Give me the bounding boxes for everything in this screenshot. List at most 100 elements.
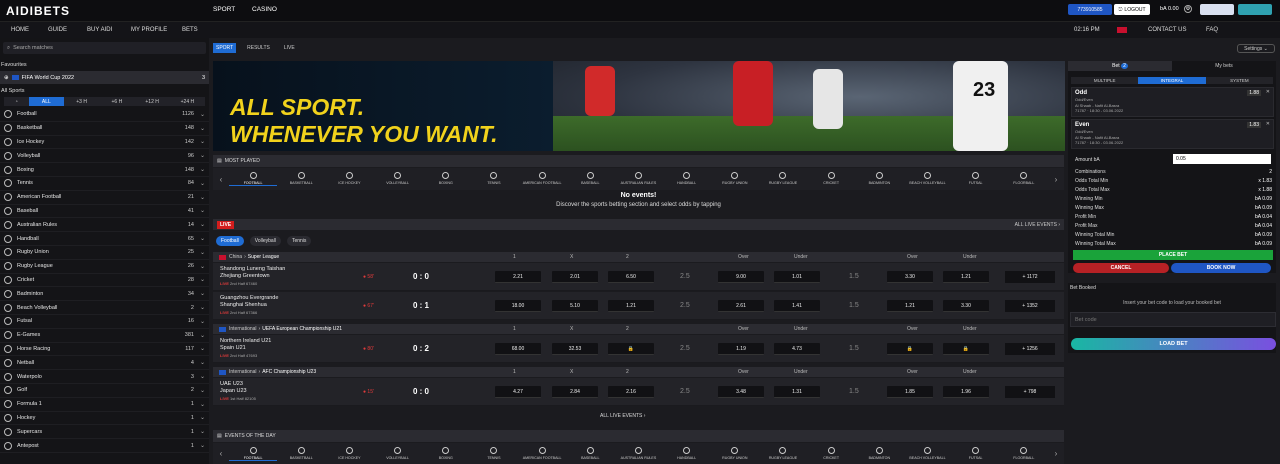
sport-tab-futsal[interactable]: FUTSAL [952,172,1000,186]
chevron-down-icon[interactable]: ⌄ [200,414,205,421]
nav-contact-us[interactable]: CONTACT US [1148,27,1186,33]
sport-tab-handball[interactable]: HANDBALL [663,172,711,186]
sport-tab-cricket[interactable]: CRICKET [807,446,855,461]
sport-item-volleyball[interactable]: Volleyball 96 ⌄ [0,149,209,164]
sport-item-formula-1[interactable]: Formula 1 1 ⌄ [0,398,209,412]
chevron-down-icon[interactable]: ⌄ [200,138,205,145]
sport-tab-floorball[interactable]: FLOORBALL [1000,172,1048,186]
sport-item-rugby-league[interactable]: Rugby League 26 ⌄ [0,260,209,274]
sport-tab-beach-volleyball[interactable]: BEACH VOLLEYBALL [903,446,951,461]
sport-item-american-football[interactable]: American Football 21 ⌄ [0,191,209,205]
sport-item-baseball[interactable]: Baseball 41 ⌄ [0,205,209,219]
sport-tab-football[interactable]: FOOTBALL [229,172,278,186]
nav-my-profile[interactable]: MY PROFILE [131,27,167,33]
sport-item-handball[interactable]: Handball 65 ⌄ [0,232,209,246]
chevron-down-icon[interactable]: ⌄ [200,235,205,242]
settings-gear-icon[interactable]: ⚙ [1184,5,1192,13]
sport-item-boxing[interactable]: Boxing 148 ⌄ [0,163,209,177]
chevron-down-icon[interactable]: ⌄ [200,387,205,394]
odds-button[interactable]: 🔒 [608,343,654,355]
odds-button[interactable]: 1.31 [774,386,820,398]
tab-my-bets[interactable]: My bets [1172,61,1276,71]
live-tab-football[interactable]: Football [216,236,244,246]
odds-button[interactable]: 🔒 [887,343,933,355]
scroll-left-icon[interactable]: ‹ [213,175,229,184]
sport-tab-australian-rules[interactable]: AUSTRALIAN RULES [614,172,662,186]
odds-button[interactable]: 1.01 [774,271,820,283]
chevron-down-icon[interactable]: ⌄ [200,373,205,380]
chevron-down-icon[interactable]: ⌄ [200,207,205,214]
sport-item-netball[interactable]: Netball 4 ⌄ [0,356,209,371]
sport-item-antepost[interactable]: Antepost 1 ⌄ [0,439,209,453]
mode-multiple[interactable]: MULTIPLE [1071,77,1139,84]
odds-button[interactable]: 2.84 [552,386,598,398]
account-id[interactable]: 773910585 [1068,4,1112,15]
sport-tab-rugby-union[interactable]: RUGBY UNION [711,172,759,186]
scroll-left-icon[interactable]: ‹ [213,449,229,458]
odds-button[interactable]: 3.30 [943,300,989,312]
sport-tab-australian-rules[interactable]: AUSTRALIAN RULES [614,446,662,461]
match-row[interactable]: Guangzhou Evergrande Shanghai Shenhua LIVE… [213,292,1064,320]
sport-tab-boxing[interactable]: BOXING [422,172,470,186]
odds-button[interactable]: 1.21 [608,300,654,312]
book-now-button[interactable]: BOOK NOW [1171,263,1271,273]
favourite-item[interactable]: ⊕ FIFA World Cup 2022 3 [0,71,209,84]
remove-selection-icon[interactable]: ✕ [1266,89,1270,95]
odds-button[interactable]: 3.48 [718,386,764,398]
sport-tab-baseball[interactable]: BASEBALL [566,446,614,461]
odds-button[interactable]: 2.01 [552,271,598,283]
remove-selection-icon[interactable]: ✕ [1266,121,1270,127]
logo[interactable]: AIDIBETS [6,4,70,18]
sport-item-waterpolo[interactable]: Waterpolo 3 ⌄ [0,370,209,384]
sport-item-football[interactable]: Football 1126 ⌄ [0,108,209,122]
more-markets-button[interactable]: + 1256 [1005,343,1055,355]
chevron-down-icon[interactable]: ⌄ [200,332,205,339]
chevron-down-icon[interactable]: ⌄ [200,221,205,228]
live-tab-tennis[interactable]: Tennis [286,236,312,246]
tab-bet[interactable]: Bet 2 [1068,61,1172,71]
time-filter-3h[interactable]: +3 H [63,97,100,106]
odds-button[interactable]: 1.85 [887,386,933,398]
all-live-events-bottom-link[interactable]: ALL LIVE EVENTS › [600,413,645,419]
nav-home[interactable]: HOME [11,27,29,33]
odds-button[interactable]: 1.19 [718,343,764,355]
odds-button[interactable]: 2.16 [608,386,654,398]
sport-tab-american-football[interactable]: AMERICAN FOOTBALL [518,446,566,461]
sport-item-cricket[interactable]: Cricket 28 ⌄ [0,274,209,288]
odds-button[interactable]: 18.00 [495,300,541,312]
nav-faq[interactable]: FAQ [1206,27,1218,33]
sport-item-tennis[interactable]: Tennis 84 ⌄ [0,177,209,191]
chevron-down-icon[interactable]: ⌄ [200,125,205,132]
nav-sport[interactable]: SPORT [213,6,235,13]
sport-item-australian-rules[interactable]: Australian Rules 14 ⌄ [0,218,209,233]
promo-banner[interactable]: 23 ALL SPORT. WHENEVER YOU WANT. [213,61,1065,151]
match-row[interactable]: Northern Ireland U21 Spain U21 LIVE 2nd Ha… [213,335,1064,363]
tab-live[interactable]: LIVE [281,43,298,53]
place-bet-button[interactable]: PLACE BET [1073,250,1273,260]
uk-flag-icon[interactable] [1117,27,1127,33]
odds-button[interactable]: 9.00 [718,271,764,283]
odds-button[interactable]: 4.73 [774,343,820,355]
sport-item-futsal[interactable]: Futsal 16 ⌄ [0,315,209,329]
sport-item-basketball[interactable]: Basketball 148 ⌄ [0,122,209,136]
odds-button[interactable]: 6.50 [608,271,654,283]
logout-button[interactable]: ⎋ LOGOUT [1114,4,1150,15]
match-row[interactable]: UAE U23 Japan U23 LIVE 1st Half 82105 ● 15'… [213,378,1064,406]
time-filter-12h[interactable]: +12 H [134,97,170,106]
chevron-down-icon[interactable]: ⌄ [200,318,205,325]
mode-system[interactable]: SYSTEM [1205,77,1273,84]
chevron-down-icon[interactable]: ⌄ [200,276,205,283]
scroll-right-icon[interactable]: › [1048,449,1064,458]
bet-selection[interactable]: Odd Odd/Even Al Shaab - Nafit Al-Basra 7… [1071,87,1274,117]
odds-button[interactable]: 68.00 [495,343,541,355]
sport-tab-boxing[interactable]: BOXING [422,446,470,461]
tab-sport[interactable]: SPORT [213,43,237,53]
chevron-down-icon[interactable]: ⌄ [200,345,205,352]
odds-button[interactable]: 5.10 [552,300,598,312]
chevron-down-icon[interactable]: ⌄ [200,290,205,297]
match-row[interactable]: Shandong Luneng Taishan Zhejiang Greentow… [213,263,1064,291]
sport-tab-basketball[interactable]: BASKETBALL [277,446,325,461]
sport-tab-rugby-league[interactable]: RUGBY LEAGUE [759,446,807,461]
time-filter-clock-icon[interactable]: ◔ [4,97,29,106]
odds-button[interactable]: 2.21 [495,271,541,283]
